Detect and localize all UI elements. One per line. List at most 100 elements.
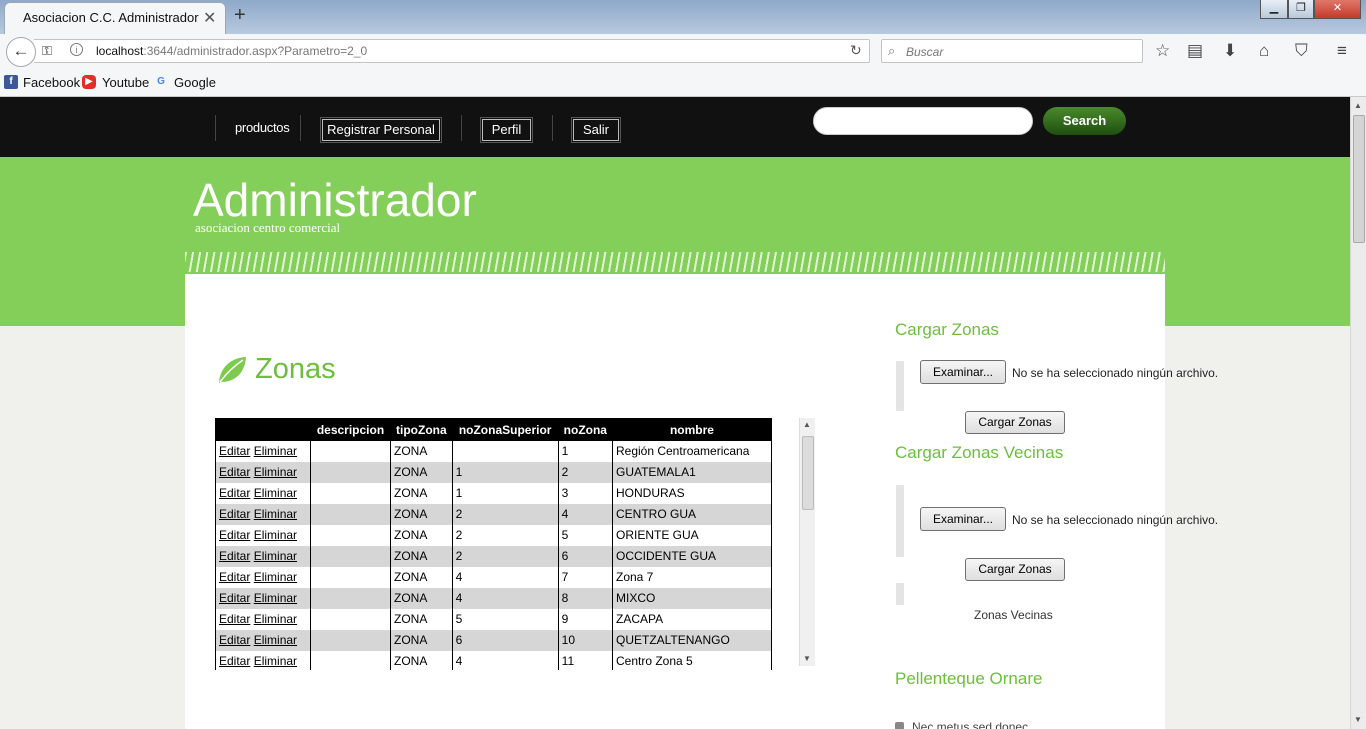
bookmark-star-icon[interactable]: ☆ (1155, 41, 1170, 61)
leaf-icon (219, 357, 246, 383)
delete-link[interactable]: Eliminar (254, 549, 297, 563)
cell-noZona: 8 (557, 587, 613, 609)
nav-divider (300, 115, 301, 141)
cell-noZonaSuperior: 2 (451, 524, 559, 546)
delete-link[interactable]: Eliminar (254, 444, 297, 458)
table-row: Editar Eliminar ZONA 6 10 QUETZALTENANGO (215, 629, 772, 651)
site-search-button[interactable]: Search (1043, 107, 1126, 135)
site-nav: productos Registrar Personal Perfil Sali… (0, 97, 1350, 157)
page-title: Zonas (255, 353, 336, 385)
bullet-icon (895, 722, 904, 729)
pocket-icon[interactable]: ⛉ (1295, 41, 1308, 61)
edit-link[interactable]: Editar (219, 465, 250, 479)
row-actions: Editar Eliminar (215, 608, 311, 630)
scroll-up-icon[interactable]: ▲ (1354, 101, 1362, 110)
upload-neighbors-file-button[interactable]: Examinar... (920, 507, 1006, 531)
column-header: nombre (611, 418, 772, 441)
edit-link[interactable]: Editar (219, 654, 250, 668)
home-icon[interactable]: ⌂ (1259, 41, 1269, 61)
edit-link[interactable]: Editar (219, 507, 250, 521)
tab-close-icon[interactable]: ✕ (203, 8, 216, 28)
edit-link[interactable]: Editar (219, 486, 250, 500)
cell-nombre: ZACAPA (611, 608, 772, 630)
upload-neighbors-submit-button[interactable]: Cargar Zonas (965, 558, 1065, 581)
upload-neighbors-file-status: No se ha seleccionado ningún archivo. (1012, 513, 1219, 527)
cell-noZonaSuperior (451, 440, 559, 462)
window-close-button[interactable]: ✕ (1314, 0, 1361, 19)
table-scrollbar[interactable]: ▲ ▼ (799, 418, 815, 666)
edit-link[interactable]: Editar (219, 612, 250, 626)
browser-search-input[interactable]: ⌕ Buscar (881, 39, 1143, 63)
reading-list-icon[interactable]: ▤ (1187, 41, 1203, 61)
cell-descripcion (310, 629, 391, 651)
delete-link[interactable]: Eliminar (254, 507, 297, 521)
edit-link[interactable]: Editar (219, 570, 250, 584)
cell-noZona: 4 (557, 503, 613, 525)
browser-tab-bar: Asociacion C.C. Administrador ✕ + ▁ ❐ ✕ (0, 0, 1366, 34)
cell-noZona: 9 (557, 608, 613, 630)
upload-zones-submit-button[interactable]: Cargar Zonas (965, 411, 1065, 434)
delete-link[interactable]: Eliminar (254, 591, 297, 605)
url-bar[interactable]: ⚿ i localhost:3644/administrador.aspx?Pa… (34, 39, 870, 63)
edit-link[interactable]: Editar (219, 633, 250, 647)
scroll-down-icon[interactable]: ▼ (803, 654, 811, 663)
menu-icon[interactable]: ≡ (1337, 41, 1347, 61)
window-minimize-button[interactable]: ▁ (1260, 0, 1288, 19)
delete-link[interactable]: Eliminar (254, 612, 297, 626)
bookmark-facebook[interactable]: Facebook (23, 75, 80, 90)
delete-link[interactable]: Eliminar (254, 486, 297, 500)
cell-noZonaSuperior: 1 (451, 461, 559, 483)
cell-descripcion (310, 503, 391, 525)
site-title: Administrador (193, 174, 477, 226)
window-maximize-button[interactable]: ❐ (1288, 0, 1314, 19)
cell-descripcion (310, 650, 391, 670)
bookmark-google[interactable]: Google (174, 75, 216, 90)
cell-noZonaSuperior: 4 (451, 587, 559, 609)
delete-link[interactable]: Eliminar (254, 654, 297, 668)
bookmark-youtube[interactable]: Youtube (102, 75, 149, 90)
column-header: tipoZona (390, 418, 453, 441)
delete-link[interactable]: Eliminar (254, 570, 297, 584)
cell-noZona: 1 (557, 440, 613, 462)
new-tab-icon[interactable]: + (234, 4, 246, 27)
table-scroll-thumb[interactable] (802, 436, 814, 510)
download-icon[interactable]: ⬇ (1223, 41, 1237, 61)
google-icon: G (157, 76, 165, 87)
cell-noZonaSuperior: 4 (451, 650, 559, 670)
cell-tipoZona: ZONA (390, 461, 453, 483)
cell-noZonaSuperior: 2 (451, 503, 559, 525)
key-icon[interactable]: ⚿ (42, 43, 52, 59)
edit-link[interactable]: Editar (219, 549, 250, 563)
upload-zones-file-status: No se ha seleccionado ningún archivo. (1012, 366, 1219, 380)
tab-title: Asociacion C.C. Administrador (23, 10, 199, 25)
nav-perfil-button[interactable]: Perfil (481, 118, 532, 142)
delete-link[interactable]: Eliminar (254, 528, 297, 542)
info-icon[interactable]: i (70, 43, 83, 56)
nav-registrar-personal-button[interactable]: Registrar Personal (321, 118, 441, 142)
page-scroll-thumb[interactable] (1353, 115, 1365, 243)
delete-link[interactable]: Eliminar (254, 465, 297, 479)
row-actions: Editar Eliminar (215, 587, 311, 609)
reload-icon[interactable]: ↻ (850, 42, 862, 59)
page-scrollbar[interactable]: ▲ ▼ (1350, 97, 1366, 729)
upload-zones-file-button[interactable]: Examinar... (920, 360, 1006, 384)
nav-salir-button[interactable]: Salir (572, 118, 620, 142)
cell-noZona: 7 (557, 566, 613, 588)
zones-table-container[interactable]: descripcion tipoZona noZonaSuperior noZo… (215, 418, 816, 670)
cell-nombre: Zona 7 (611, 566, 772, 588)
scroll-up-icon[interactable]: ▲ (803, 420, 811, 429)
edit-link[interactable]: Editar (219, 528, 250, 542)
cell-noZona: 6 (557, 545, 613, 567)
scroll-down-icon[interactable]: ▼ (1354, 715, 1362, 724)
url-path: :3644/administrador.aspx?Parametro=2_0 (143, 44, 368, 58)
edit-link[interactable]: Editar (219, 444, 250, 458)
edit-link[interactable]: Editar (219, 591, 250, 605)
extra-section-item[interactable]: Nec metus sed donec (895, 720, 1028, 729)
nav-productos-link[interactable]: productos (235, 120, 290, 135)
browser-tab[interactable]: Asociacion C.C. Administrador ✕ (4, 2, 226, 34)
site-search-input[interactable] (813, 107, 1033, 135)
back-button[interactable]: ← (6, 37, 36, 67)
url-text[interactable]: localhost:3644/administrador.aspx?Parame… (96, 44, 367, 58)
delete-link[interactable]: Eliminar (254, 633, 297, 647)
url-host: localhost (96, 44, 144, 58)
